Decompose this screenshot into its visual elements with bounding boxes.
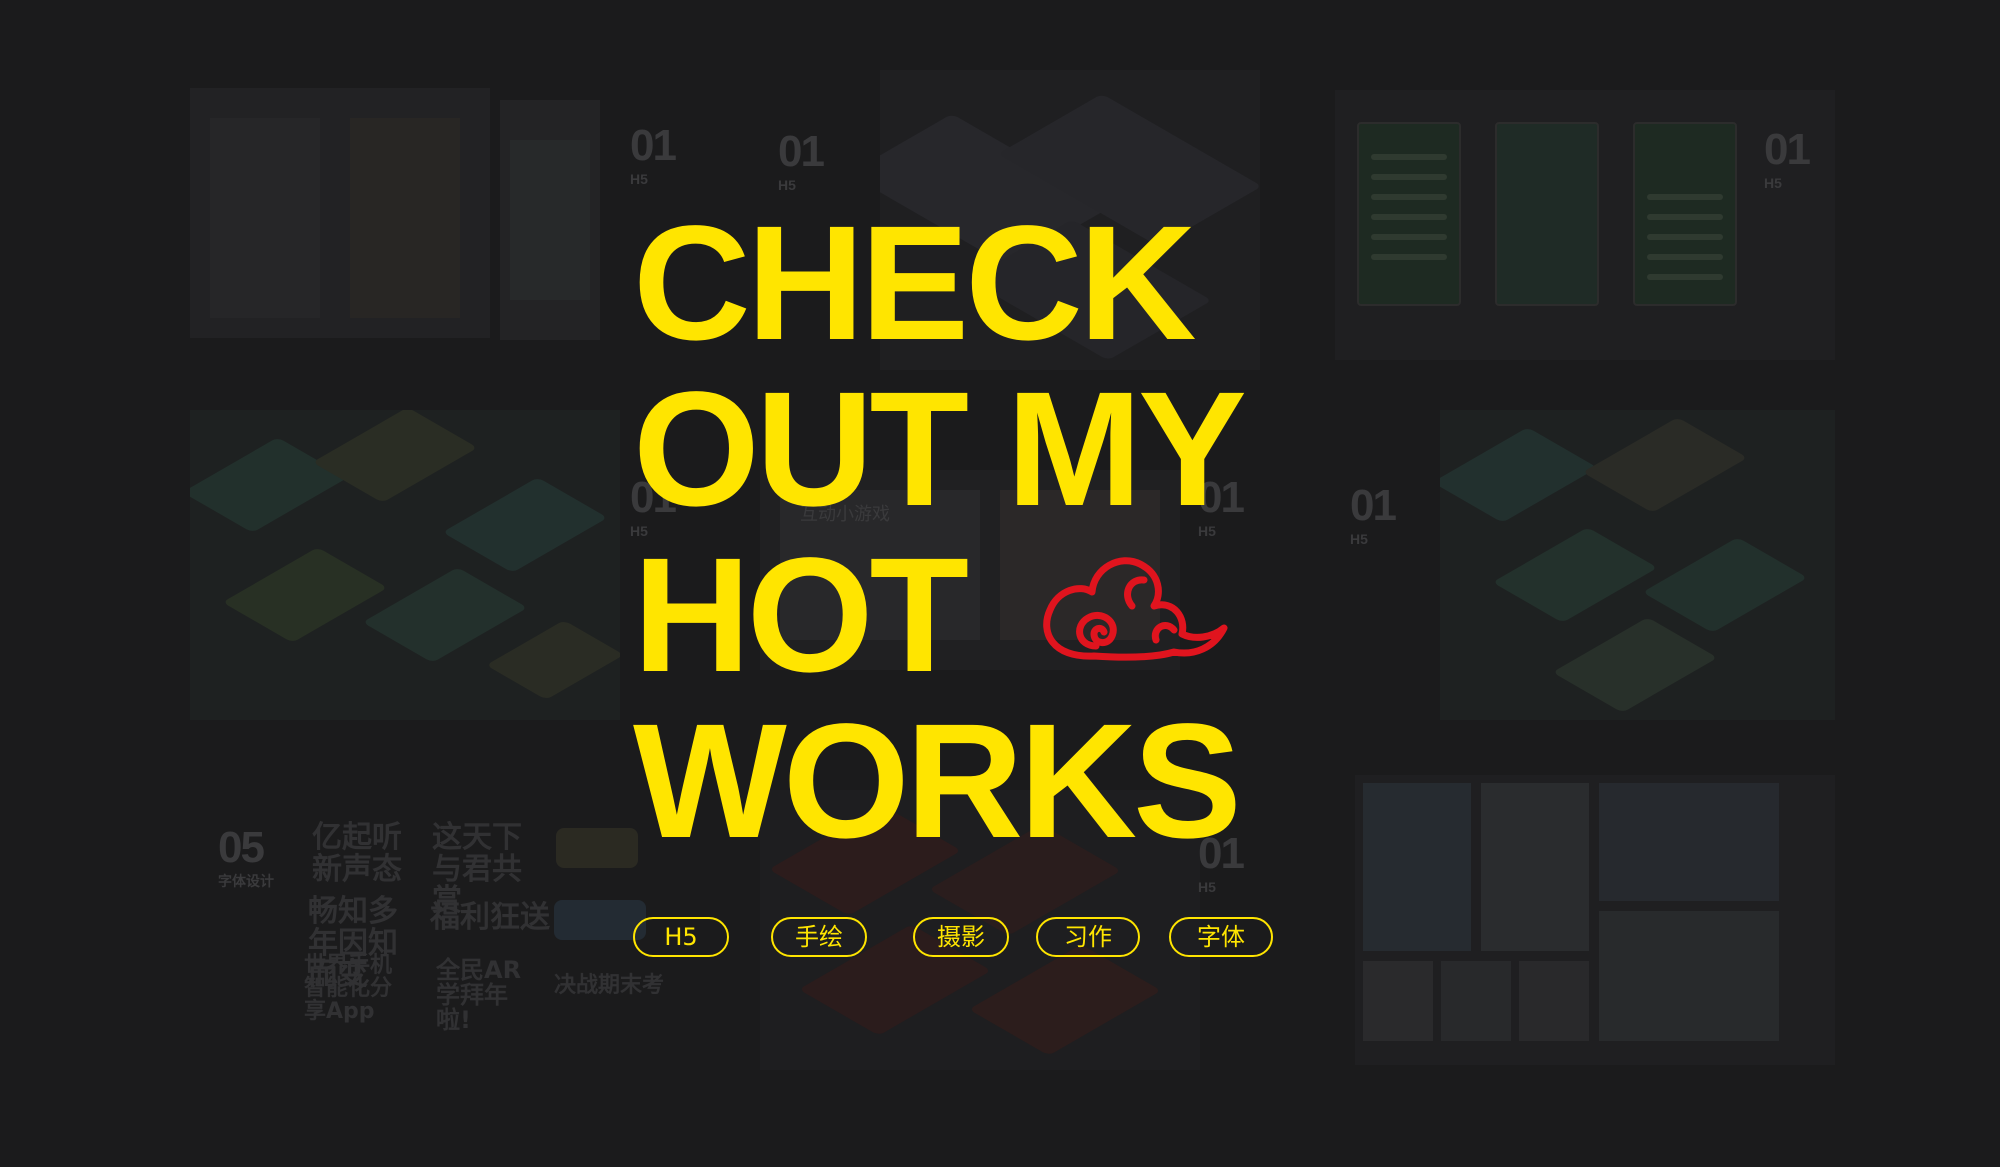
collage-panel-middle-left <box>190 410 620 720</box>
collage-panel-top-left <box>190 88 490 338</box>
headline: CHECK OUT MY HOT WORKS <box>633 200 1333 864</box>
calligraphy-sample: 亿起听新声态 <box>312 820 402 887</box>
calligraphy-sample: 福利狂送 <box>430 900 550 935</box>
tag-typography[interactable]: 字体 <box>1169 917 1273 957</box>
collage-panel-bottom-right <box>1355 775 1835 1065</box>
collage-panel-top-left-2 <box>500 100 600 340</box>
collage-panel-middle-right <box>1440 410 1835 720</box>
calligraphy-sample: 全民AR学拜年啦! <box>436 956 522 1035</box>
panel-number: 01 H5 <box>778 127 825 193</box>
headline-line-1: CHECK <box>633 191 1197 374</box>
collage-sticker <box>556 828 638 868</box>
tag-photography[interactable]: 摄影 <box>913 917 1009 957</box>
tag-exercises[interactable]: 习作 <box>1036 917 1140 957</box>
panel-number: 01 H5 <box>630 121 677 187</box>
tag-hand-drawn[interactable]: 手绘 <box>771 917 867 957</box>
panel-number: 05 字体设计 <box>218 823 274 889</box>
tag-h5[interactable]: H5 <box>633 917 729 957</box>
calligraphy-sample: 决战期末考 <box>554 973 665 998</box>
headline-line-2: OUT MY <box>633 357 1247 540</box>
panel-number: 01 H5 <box>1350 481 1397 547</box>
panel-number: 01 H5 <box>1764 125 1811 191</box>
headline-line-4: WORKS <box>633 689 1242 872</box>
auspicious-cloud-icon <box>1043 557 1228 661</box>
calligraphy-sample: 世界手机智能化分享App <box>304 953 393 1025</box>
collage-panel-top-right <box>1335 90 1835 360</box>
portfolio-cover: 01 H5 01 H5 01 H5 01 H5 互动小游戏 01 H5 01 H… <box>0 0 2000 1167</box>
